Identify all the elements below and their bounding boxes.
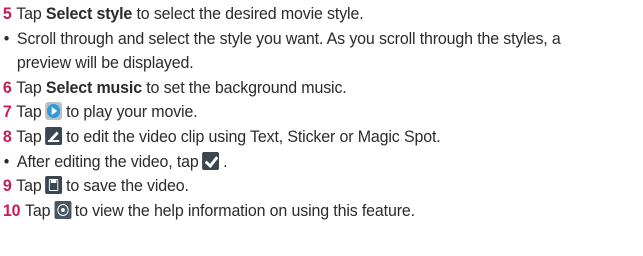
- instruction-list: 5 Tap Select style to select the desired …: [0, 0, 643, 256]
- bullet-text: After editing the video, tap: [16, 151, 199, 171]
- step-8: 8 Tap to edit the video clip using Text, S…: [0, 125, 604, 150]
- step-7: 7 Tap to play your movie.: [0, 100, 604, 125]
- checkmark-icon: [202, 151, 220, 170]
- bullet-after-editing: • After editing the video, tap.: [0, 150, 604, 175]
- step-number: 6: [2, 77, 12, 97]
- bullet-text-post: .: [223, 151, 228, 171]
- step-text-post: to edit the video clip using Text, Stick…: [66, 126, 441, 146]
- step-number: 9: [2, 176, 12, 196]
- play-icon: [45, 102, 63, 121]
- step-number: 5: [2, 4, 12, 23]
- bullet-marker: •: [3, 151, 10, 171]
- step-text-pre: Tap: [16, 102, 42, 122]
- step-6: 6 Tap Select music to set the background …: [0, 76, 604, 101]
- select-music-label: Select music: [45, 77, 142, 97]
- step-9: 9 Tap to save the video.: [0, 174, 604, 199]
- step-text-post: to set the background music.: [141, 77, 347, 97]
- step-text-pre: Tap: [16, 126, 42, 146]
- step-text-pre: Tap: [16, 77, 46, 97]
- step-text-pre: Tap: [16, 176, 42, 196]
- step-10: 10 Tap to view the help information on usi…: [0, 199, 604, 224]
- step-5: 5 Tap Select style to select the desired …: [0, 2, 604, 27]
- step-text-post: to select the desired movie style.: [132, 4, 364, 23]
- step-text-post: to view the help information on using th…: [74, 200, 415, 220]
- bullet-scroll-styles-continued: preview will be displayed.: [0, 51, 604, 76]
- step-number: 10: [2, 200, 21, 220]
- step-text-post: to play your movie.: [66, 102, 198, 122]
- bullet-marker: •: [3, 28, 10, 48]
- edit-icon: [45, 126, 63, 145]
- bullet-scroll-styles: • Scroll through and select the style you…: [0, 27, 604, 52]
- step-text-pre: Tap: [25, 200, 51, 220]
- step-text-post: to save the video.: [66, 176, 189, 196]
- step-number: 8: [2, 126, 12, 146]
- help-icon: [54, 200, 72, 219]
- select-style-label: Select style: [45, 4, 133, 23]
- step-text-pre: Tap: [16, 4, 46, 23]
- bullet-text-continued: preview will be displayed.: [16, 53, 194, 73]
- step-number: 7: [2, 102, 12, 122]
- bullet-text: Scroll through and select the style you …: [16, 28, 561, 48]
- save-icon: [45, 176, 63, 195]
